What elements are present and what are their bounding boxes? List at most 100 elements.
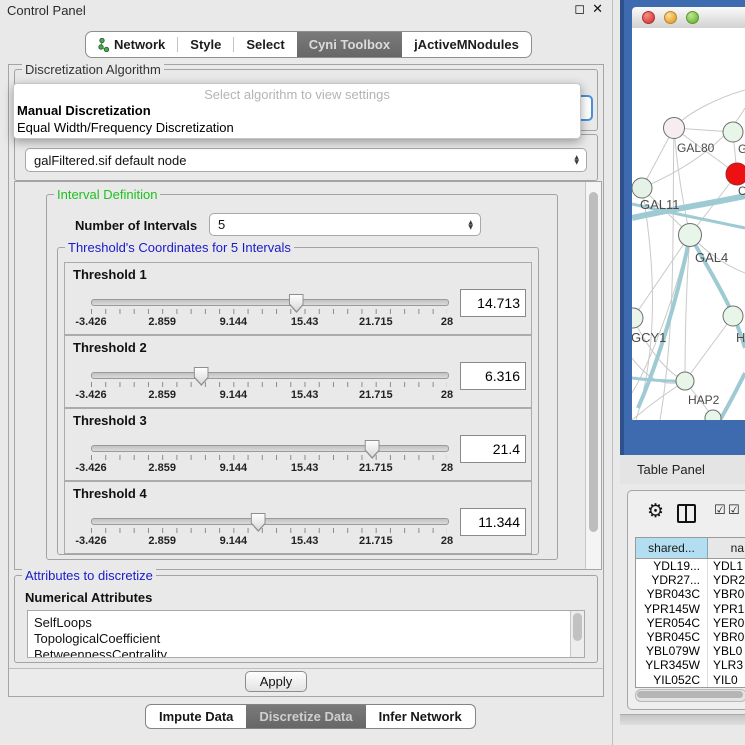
table-cell[interactable]: YDR2 <box>708 573 745 587</box>
close-window-icon[interactable]: ✕ <box>592 2 603 17</box>
table-cell[interactable]: YBR0 <box>708 630 745 644</box>
vertical-scrollbar[interactable] <box>585 182 601 569</box>
table-toolbar: ⚙ ☑ ☑ <box>628 497 745 529</box>
tab-impute-data[interactable]: Impute Data <box>146 705 246 728</box>
threshold-slider[interactable]: -3.4262.8599.14415.4321.71528 <box>91 439 449 473</box>
scrollbar-thumb[interactable] <box>637 691 743 698</box>
column-header-shared[interactable]: shared... <box>636 538 708 558</box>
horizontal-scrollbar[interactable] <box>635 689 745 702</box>
table-cell[interactable]: YER0 <box>708 616 745 630</box>
table-row[interactable]: YDR27...YDR2 <box>636 573 745 587</box>
table-row[interactable]: YBR043CYBR0 <box>636 587 745 601</box>
threshold-value-field[interactable] <box>460 435 526 463</box>
threshold-slider[interactable]: -3.4262.8599.14415.4321.71528 <box>91 366 449 400</box>
slider-track[interactable] <box>91 372 449 379</box>
threshold-slider[interactable]: -3.4262.8599.14415.4321.71528 <box>91 293 449 327</box>
tab-style[interactable]: Style <box>178 32 233 57</box>
numerical-attributes-list[interactable]: SelfLoopsTopologicalCoefficientBetweenne… <box>27 610 585 658</box>
tab-discretize-data[interactable]: Discretize Data <box>246 705 365 728</box>
tab-infer-network[interactable]: Infer Network <box>366 705 475 728</box>
table-panel-inner: ⚙ ☑ ☑ shared... na YDL19...YDL1YDR27...Y… <box>627 490 745 710</box>
table-cell[interactable]: YDR27... <box>636 573 708 587</box>
table-cell[interactable]: YBL079W <box>636 644 708 658</box>
table-row[interactable]: YIL052CYIL0 <box>636 673 745 687</box>
gear-icon[interactable]: ⚙ <box>647 500 664 522</box>
scrollbar-thumb[interactable] <box>573 613 582 641</box>
scrollbar-thumb[interactable] <box>589 192 598 532</box>
minimize-traffic-light-icon[interactable] <box>664 11 677 24</box>
node-label: GAL80 <box>677 141 715 155</box>
table-row[interactable]: YPR145WYPR1 <box>636 602 745 616</box>
table-row[interactable]: YDL19...YDL1 <box>636 559 745 573</box>
algorithm-option-manual[interactable]: Manual Discretization <box>14 102 580 119</box>
apply-button[interactable]: Apply <box>245 671 307 692</box>
tick-label: 9.144 <box>220 389 248 401</box>
slider-ticks <box>91 455 447 460</box>
number-of-intervals-combobox[interactable]: 5 ▲▼ <box>209 213 481 236</box>
table-cell[interactable]: YDL1 <box>708 559 745 573</box>
table-cell[interactable]: YBR0 <box>708 587 745 601</box>
column-header-name[interactable]: na <box>708 538 745 558</box>
threshold-value-field[interactable] <box>460 289 526 317</box>
table-cell[interactable]: YDL19... <box>636 559 708 573</box>
table-cell[interactable]: YLR3 <box>708 658 745 672</box>
number-of-intervals-value: 5 <box>218 217 225 232</box>
close-traffic-light-icon[interactable] <box>642 11 655 24</box>
table-row[interactable]: YLR345WYLR3 <box>636 658 745 672</box>
tab-jactivemnodules[interactable]: jActiveMNodules <box>402 32 531 57</box>
table-cell[interactable]: YLR345W <box>636 658 708 672</box>
table-cell[interactable]: YBR045C <box>636 630 708 644</box>
list-vertical-scrollbar[interactable] <box>570 611 584 657</box>
table-cell[interactable]: YIL0 <box>708 673 745 687</box>
list-item[interactable]: BetweennessCentrality <box>28 647 584 658</box>
table-cell[interactable]: YPR145W <box>636 602 708 616</box>
checkbox-icon[interactable]: ☑ <box>728 503 740 518</box>
algorithm-placeholder-option[interactable]: Select algorithm to view settings <box>14 84 580 102</box>
algorithm-option-equal-width[interactable]: Equal Width/Frequency Discretization <box>14 119 580 136</box>
table-cell[interactable]: YPR1 <box>708 602 745 616</box>
table-cell[interactable]: YER054C <box>636 616 708 630</box>
table-row[interactable]: YBL079WYBL0 <box>636 644 745 658</box>
spinner-arrows-icon[interactable]: ▲▼ <box>468 220 473 230</box>
node-gal11[interactable] <box>632 178 652 198</box>
node-label: G <box>738 142 745 156</box>
list-item[interactable]: SelfLoops <box>28 615 584 631</box>
float-window-icon[interactable]: ◻ <box>574 2 585 17</box>
tick-label: 28 <box>441 462 453 474</box>
tick-label: 15.43 <box>291 535 319 547</box>
node-partial[interactable] <box>705 410 721 420</box>
tab-cyni-toolbox[interactable]: Cyni Toolbox <box>297 32 402 57</box>
slider-ticks <box>91 382 447 387</box>
spinner-arrows-icon[interactable]: ▲▼ <box>574 155 579 165</box>
network-nodes[interactable] <box>632 118 745 421</box>
slider-track[interactable] <box>91 445 449 452</box>
table-row[interactable]: YER054CYER0 <box>636 616 745 630</box>
node-gcy1[interactable] <box>632 308 643 328</box>
threshold-value-field[interactable] <box>460 508 526 536</box>
zoom-traffic-light-icon[interactable] <box>686 11 699 24</box>
columns-icon[interactable] <box>677 504 696 523</box>
tab-select[interactable]: Select <box>234 32 296 57</box>
node-hap2[interactable] <box>676 372 694 390</box>
threshold-value-field[interactable] <box>460 362 526 390</box>
node-h[interactable] <box>723 306 743 326</box>
table-cell[interactable]: YIL052C <box>636 673 708 687</box>
slider-track[interactable] <box>91 518 449 525</box>
slider-track[interactable] <box>91 299 449 306</box>
table-row[interactable]: YBR045CYBR0 <box>636 630 745 644</box>
node-red-selected[interactable] <box>726 163 745 185</box>
table-data-combobox[interactable]: galFiltered.sif default node ▲▼ <box>25 148 587 172</box>
node-g[interactable] <box>723 122 743 142</box>
node-gal4[interactable] <box>679 224 702 247</box>
threshold-slider[interactable]: -3.4262.8599.14415.4321.71528 <box>91 512 449 546</box>
tick-label: 21.715 <box>359 316 393 328</box>
tick-label: 2.859 <box>148 316 176 328</box>
node-gal80[interactable] <box>664 118 685 139</box>
checkbox-icon[interactable]: ☑ <box>714 503 726 518</box>
tab-select-label: Select <box>246 32 284 57</box>
tab-network[interactable]: Network <box>86 32 177 57</box>
network-canvas[interactable]: GAL80 G C GAL11 GAL4 GCY1 H HAP2 <box>632 28 745 420</box>
table-cell[interactable]: YBR043C <box>636 587 708 601</box>
list-item[interactable]: TopologicalCoefficient <box>28 631 584 647</box>
table-cell[interactable]: YBL0 <box>708 644 745 658</box>
